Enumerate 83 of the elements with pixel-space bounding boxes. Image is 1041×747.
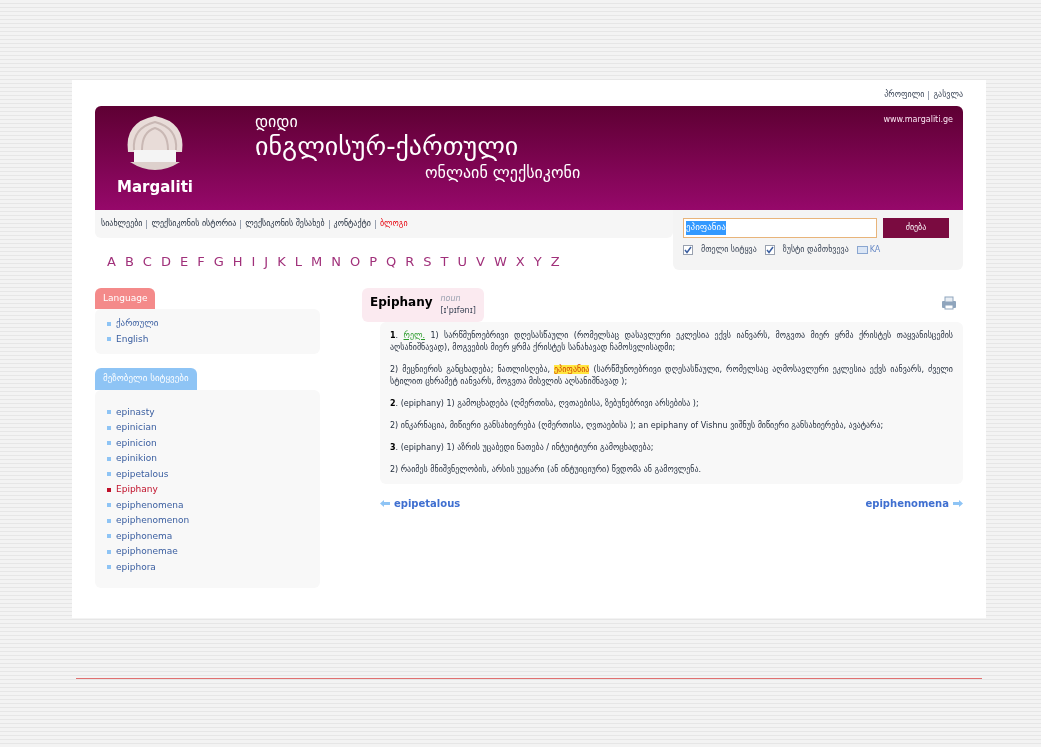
alphabet-letter[interactable]: E (179, 252, 189, 272)
alphabet-letter[interactable]: O (349, 252, 361, 272)
domain-label-link[interactable]: რელ. (403, 330, 426, 340)
word-link[interactable]: Epiphany (116, 483, 158, 497)
alphabet-letter[interactable]: M (310, 252, 323, 272)
alphabet-letter[interactable]: D (160, 252, 171, 272)
word-link[interactable]: epinasty (116, 405, 155, 419)
definition-text: 2) ინკარნაცია, მიწიერი განსახიერება (ღმერთისა, ღვთაებისა ); an epiphany of Vishnu ვიშნუს მიწიერი განსახიერება, ავატარა; (390, 419, 885, 432)
checkbox[interactable] (683, 245, 693, 255)
bullet-icon (107, 534, 111, 539)
alphabet-letter[interactable]: K (277, 252, 286, 272)
alphabet-letter[interactable]: H (232, 252, 243, 272)
nav-link[interactable]: კონტაქტი (333, 218, 371, 230)
alphabet-letter[interactable]: Y (533, 252, 542, 272)
bullet-icon (107, 549, 111, 554)
transcription: [ɪ'pɪfənɪ] (440, 304, 476, 317)
definition-text: 2. (epiphany) 1) გამოცხადება (ღმერთისა, ღვთაებისა, ზებუნებრივი არსებისა ); (390, 397, 700, 410)
bullet-icon (107, 425, 111, 430)
title-small: დიდი (255, 114, 299, 130)
checkbox-label: მთელი სიტყვა (701, 244, 757, 256)
checkbox[interactable] (764, 245, 775, 255)
language-link[interactable]: ქართული (116, 317, 159, 331)
next-word-link[interactable]: epiphenomena (865, 495, 963, 511)
definition-text: 2) რაიმეს მნიშვნელობის, არსის უეცარი (ან ინტუიციური) წვდომა ან გამოვლენა. (390, 463, 703, 476)
headword: Epiphany (370, 293, 433, 311)
bullet-icon (107, 456, 111, 461)
alphabet-letter[interactable]: B (124, 252, 134, 272)
alphabet-letter[interactable]: P (369, 252, 377, 272)
alphabet-letter[interactable]: N (331, 252, 341, 272)
word-link[interactable]: epinicion (116, 436, 157, 450)
word-link[interactable]: epinikion (116, 452, 157, 466)
part-of-speech: noun (440, 292, 462, 305)
alphabet-letter[interactable]: T (440, 252, 449, 272)
alphabet-letter[interactable]: J (264, 252, 269, 272)
definition-text: 3. (epiphany) 1) აზრის უცაბედი ნათება / ინტუიტიური გამოცხადება; (390, 441, 655, 454)
bullet-icon (107, 487, 111, 492)
alphabet-letter[interactable]: X (515, 252, 525, 272)
alphabet-letter[interactable]: I (251, 252, 256, 272)
bullet-icon (107, 410, 111, 415)
alphabet-letter[interactable]: F (197, 252, 205, 272)
alphabet-letter[interactable]: W (493, 252, 507, 272)
previous-word-link[interactable]: epipetalous (380, 495, 461, 511)
alphabet-letter[interactable]: S (423, 252, 432, 272)
site-url: www.margaliti.ge (883, 114, 953, 126)
word-link[interactable]: epiphenomena (116, 498, 184, 512)
alphabet-letter[interactable]: L (294, 252, 302, 272)
alphabet-letter[interactable]: R (405, 252, 415, 272)
bullet-icon (107, 503, 111, 508)
alphabet-letter[interactable]: A (107, 252, 116, 272)
word-link[interactable]: epinician (116, 421, 157, 435)
bullet-icon (107, 441, 111, 446)
alphabet-letter[interactable]: U (457, 252, 467, 272)
alphabet-letter[interactable]: Q (386, 252, 397, 272)
bullet-icon (107, 472, 111, 477)
bullet-icon (107, 321, 111, 326)
alphabet-letter[interactable]: V (476, 252, 485, 272)
alphabet-letter[interactable]: Z (550, 252, 560, 272)
alphabet-letter[interactable]: C (142, 252, 152, 272)
word-link[interactable]: epiphonema (116, 529, 173, 543)
nav-link[interactable]: ლექსიკონის შესახებ (245, 218, 325, 230)
language-link[interactable]: English (116, 332, 149, 346)
logo-text: Margaliti (117, 180, 193, 195)
bullet-icon (107, 565, 111, 570)
left-arrow-icon (380, 500, 390, 507)
nav-link[interactable]: ლექსიკონის ისტორია (151, 218, 237, 230)
right-arrow-icon (953, 500, 963, 507)
definition-text: 1. რელ. 1) სარწმუნოებრივი დღესასწაული (რომელსაც დასავლური ეკლესია ექვს იანვარს, მოგვთა მიერ ყრმა ქრისტეს თაყვანისცემის აღსანიშნავად), მოგვების მიერ ყრმა ქრისტეს სანახავად ჩამოსვლისადმი; (390, 329, 953, 354)
definition-text: 2) მეცნიერის განცხადება; ნათლისღება, ეპიფანია (სარწმუნოებრივი დღესასწაული, რომელსაც აღმოსავლური ეკლესია ექვს იანვარს, ძველი სტილით ცხრამეტ იანვარს, მოგვთა მისვლის აღსანიშნავად ); (390, 363, 953, 388)
site-title: ინგლისურ-ქართული (255, 131, 520, 163)
word-link[interactable]: epiphora (116, 560, 156, 574)
word-link[interactable]: epiphonemae (116, 545, 178, 559)
bullet-icon (107, 518, 111, 523)
nav-link[interactable]: სიახლეები (101, 218, 143, 230)
top-link[interactable]: გასვლა (933, 89, 963, 101)
top-link[interactable]: პროფილი (884, 89, 925, 101)
alphabet-letter[interactable]: G (213, 252, 224, 272)
site-subtitle: ონლაინ ლექსიკონი (425, 162, 581, 183)
nav-link[interactable]: ბლოგი (379, 218, 408, 230)
bullet-icon (107, 337, 111, 342)
word-link[interactable]: epiphenomenon (116, 514, 190, 528)
word-link[interactable]: epipetalous (116, 467, 169, 481)
search-button[interactable]: ძიება (883, 218, 949, 238)
checkbox-label: ზუსტი დამთხვევა (782, 244, 849, 256)
